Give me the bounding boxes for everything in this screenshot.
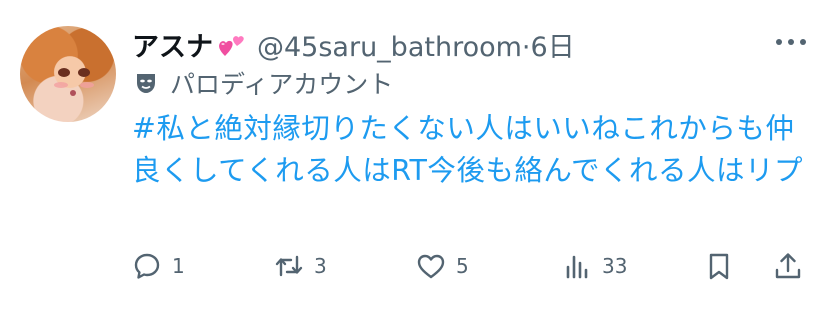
reply-count: 1: [172, 254, 185, 278]
analytics-bar-icon: [566, 255, 588, 279]
dot-icon: [788, 39, 794, 45]
display-name[interactable]: アスナ: [132, 25, 213, 64]
user-handle[interactable]: @45saru_bathroom·6日: [257, 25, 575, 64]
two-hearts-emoji-icon: [219, 36, 244, 56]
parody-mask-icon: [137, 74, 155, 93]
tweet[interactable]: アスナ @45saru_bathroom·6日 パロディアカウント #私と絶対縁…: [0, 0, 828, 311]
timestamp[interactable]: 6日: [531, 32, 575, 63]
avatar[interactable]: [20, 26, 116, 122]
share-icon: [775, 253, 801, 279]
dot-icon: [800, 39, 806, 45]
bookmark-icon: [709, 253, 729, 280]
avatar-eye: [58, 68, 70, 77]
avatar-mouth: [70, 90, 76, 96]
avatar-blush: [80, 82, 94, 88]
retweet-count: 3: [314, 254, 327, 278]
share-button[interactable]: [773, 246, 803, 286]
avatar-blush: [54, 82, 68, 88]
view-count: 33: [602, 254, 628, 278]
avatar-eye: [78, 68, 90, 77]
parody-account-label: パロディアカウント: [134, 68, 394, 99]
separator: ·: [521, 31, 531, 63]
like-count: 5: [456, 254, 469, 278]
bookmark-button[interactable]: [704, 246, 734, 286]
heart-icon: [417, 254, 445, 279]
like-button[interactable]: 5: [416, 246, 469, 286]
dot-icon: [776, 39, 782, 45]
more-options-button[interactable]: [776, 30, 806, 54]
views-button[interactable]: 33: [562, 246, 627, 286]
parody-label-text: パロディアカウント: [170, 70, 394, 99]
reply-icon: [134, 253, 160, 279]
retweet-button[interactable]: 3: [274, 246, 327, 286]
tweet-header: アスナ @45saru_bathroom·6日: [132, 25, 575, 64]
handle-text: @45saru_bathroom: [257, 31, 522, 63]
tweet-text[interactable]: #私と絶対縁切りたくない人はいいねこれからも仲良くしてくれる人はRT今後も絡んで…: [132, 108, 812, 192]
reply-button[interactable]: 1: [132, 246, 185, 286]
retweet-icon: [275, 255, 303, 277]
tweet-actions: 1 3 5 33: [0, 246, 828, 286]
